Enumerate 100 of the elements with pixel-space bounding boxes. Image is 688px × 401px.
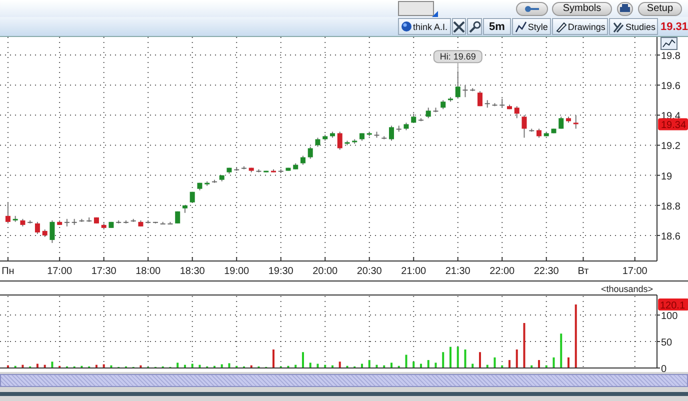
time-axis-label: Пн — [2, 266, 14, 277]
candlestick — [404, 122, 409, 131]
symbols-button[interactable]: Symbols — [552, 2, 612, 16]
time-axis-label: 18:00 — [136, 266, 161, 277]
candlestick — [138, 220, 144, 227]
key-button[interactable] — [516, 2, 548, 16]
candlestick — [286, 167, 291, 172]
time-axis-label: 17:30 — [91, 266, 116, 277]
candlestick — [50, 220, 55, 244]
candlestick — [146, 220, 151, 224]
last-price: 19.31 — [660, 20, 688, 32]
time-axis-label: 17:00 — [47, 266, 72, 277]
candlestick — [551, 128, 556, 134]
candlestick — [34, 221, 40, 234]
crosshair-button[interactable] — [452, 18, 466, 35]
candlestick — [86, 216, 92, 222]
candlestick — [270, 168, 276, 173]
candlestick — [366, 131, 372, 137]
candlestick — [500, 98, 505, 108]
time-axis-label: 21:00 — [401, 266, 426, 277]
time-axis-label: 20:00 — [312, 266, 338, 277]
candlestick — [462, 84, 468, 98]
candlestick — [507, 104, 512, 110]
candlestick — [101, 222, 106, 230]
candlestick — [28, 220, 33, 224]
candlestick — [448, 96, 453, 102]
candlestick — [204, 180, 210, 186]
price-axis-label: 18.6 — [661, 231, 680, 242]
candlestick — [359, 132, 364, 142]
candlestick — [300, 155, 306, 166]
key-icon — [524, 4, 540, 12]
volume-axis-label: 100 — [661, 311, 678, 322]
studies-button[interactable]: Studies — [609, 18, 658, 35]
candlestick — [484, 100, 490, 108]
candlestick — [322, 134, 328, 142]
candlestick — [455, 71, 460, 100]
candlestick — [478, 90, 482, 107]
scrollbar[interactable] — [0, 374, 688, 387]
candlestick — [234, 167, 240, 172]
printer-icon — [620, 4, 630, 13]
candlestick — [374, 131, 380, 138]
pencil-icon — [554, 20, 567, 32]
candlestick — [212, 179, 217, 184]
candlestick — [175, 210, 180, 224]
tools-icon — [612, 20, 624, 32]
candlestick — [190, 191, 195, 203]
ai-button[interactable]: think A.I. — [398, 18, 451, 35]
wrench-icon — [468, 20, 481, 32]
candlestick — [426, 107, 431, 119]
candlestick — [544, 131, 549, 137]
candlestick — [396, 125, 402, 132]
cross-tools-icon — [452, 20, 465, 32]
candlestick — [418, 118, 424, 122]
time-axis-label: 17:00 — [622, 266, 648, 277]
time-axis-label: 20:30 — [356, 266, 382, 277]
candlestick — [388, 125, 394, 142]
candlestick — [330, 131, 335, 138]
volume-marker: 120.1 — [658, 298, 688, 312]
candlestick — [536, 128, 542, 138]
candlestick — [42, 228, 48, 238]
chart-type-button[interactable] — [660, 37, 678, 50]
print-button[interactable] — [617, 2, 633, 16]
price-axis-label: 19 — [661, 171, 672, 182]
candlestick — [411, 113, 416, 124]
candlestick — [123, 220, 128, 224]
time-axis-label: 21:30 — [445, 266, 470, 277]
volume-axis-label: 0 — [661, 364, 667, 372]
time-axis-label: 22:00 — [490, 266, 515, 277]
candlestick — [566, 116, 571, 124]
candlestick — [558, 116, 564, 130]
price-axis-label: 19.2 — [661, 141, 680, 152]
price-marker: 19.34 — [658, 118, 688, 132]
candlestick — [293, 162, 298, 170]
candlestick — [440, 100, 446, 110]
candlestick — [226, 167, 232, 174]
candlestick — [72, 218, 77, 226]
globe-icon — [401, 21, 412, 32]
candlestick — [116, 220, 122, 224]
candlestick — [529, 128, 534, 132]
time-axis-label: Вт — [578, 266, 589, 277]
candlestick — [315, 137, 320, 148]
candlestick — [130, 218, 136, 222]
candlestick — [182, 204, 188, 214]
candlestick — [108, 221, 114, 228]
volume-axis-label: 50 — [661, 338, 672, 349]
setup-button[interactable]: Setup — [638, 2, 682, 16]
interval-button[interactable]: 5m — [483, 18, 511, 35]
candlestick — [168, 221, 173, 224]
price-axis-label: 19.8 — [661, 51, 680, 62]
style-button[interactable]: Style — [512, 18, 551, 35]
candlestick — [514, 106, 520, 119]
candlestick — [256, 168, 262, 173]
drawings-button[interactable]: Drawings — [552, 18, 608, 35]
candlestick — [573, 114, 578, 130]
candlestick — [382, 136, 387, 140]
settings-button[interactable] — [467, 18, 482, 35]
candlestick — [352, 138, 358, 144]
high-tooltip: Hi: 19.69 — [433, 50, 482, 64]
candlestick — [64, 218, 70, 227]
candlestick — [219, 174, 224, 182]
